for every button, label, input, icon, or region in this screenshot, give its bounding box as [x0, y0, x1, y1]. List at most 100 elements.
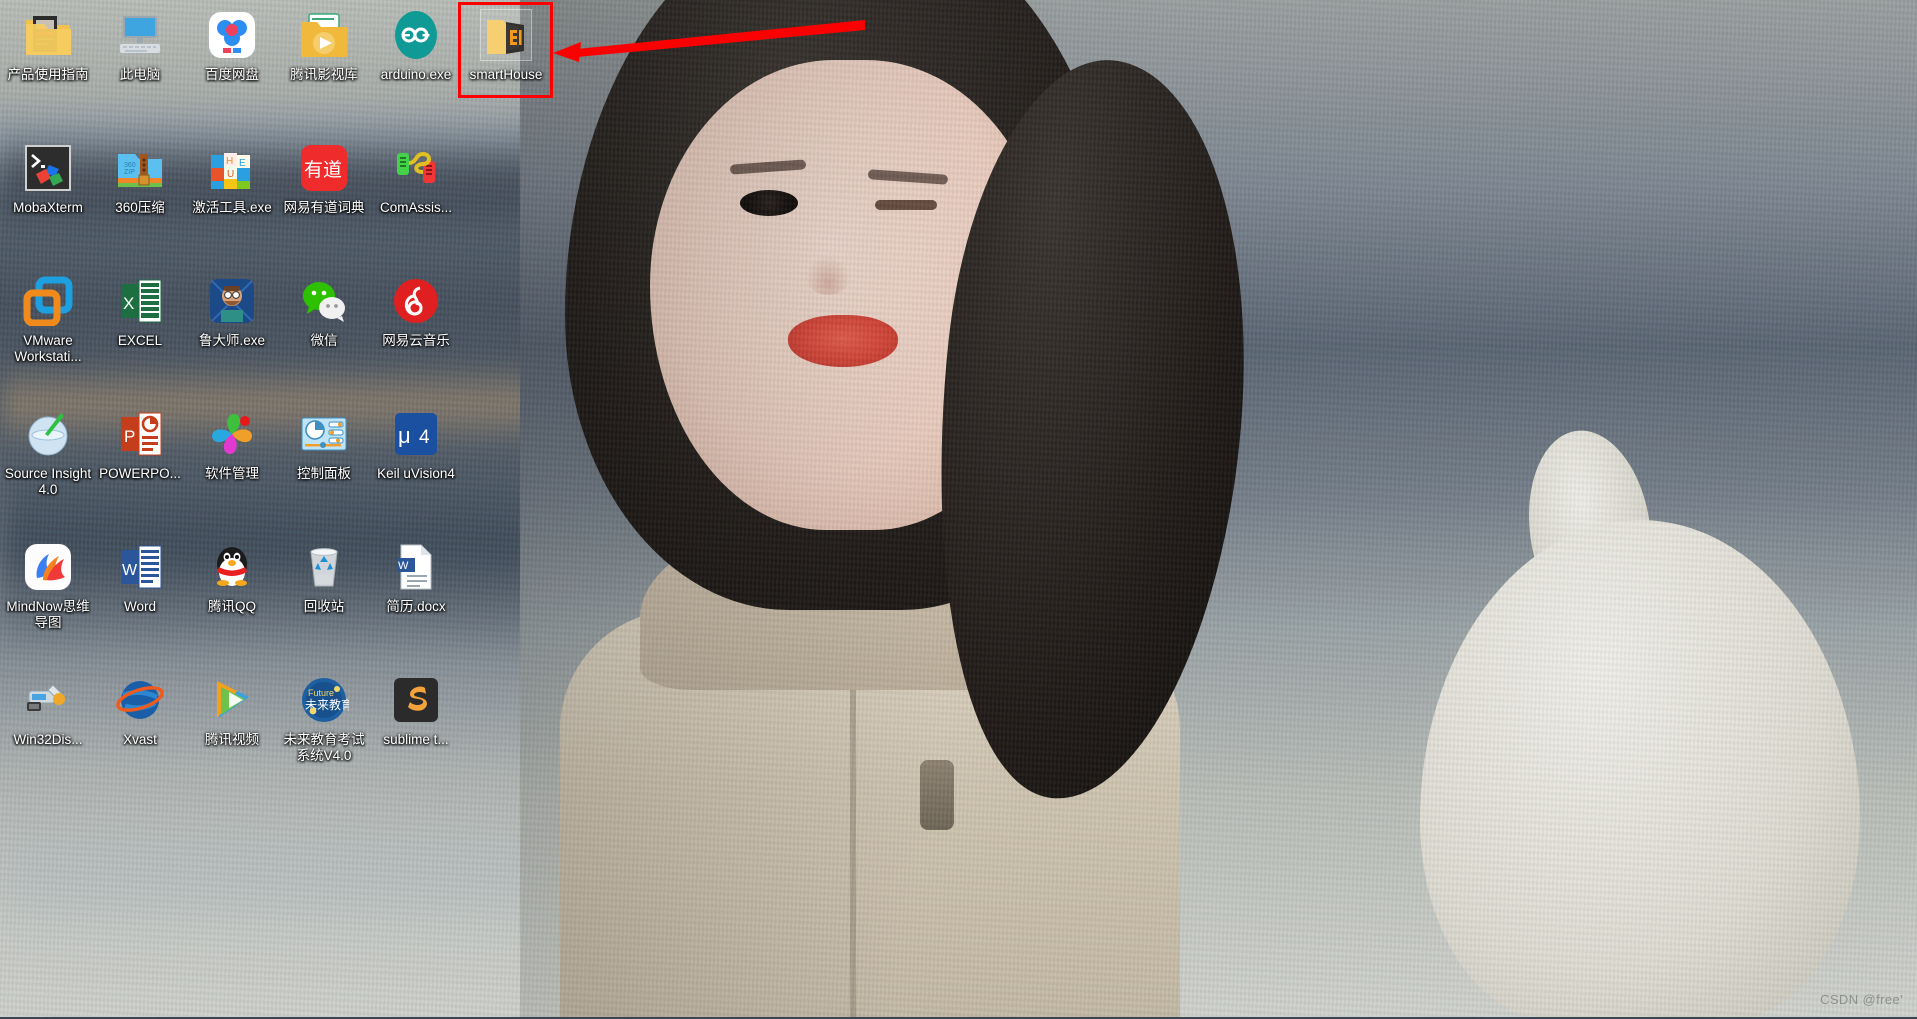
- baidu-netdisk-icon: [207, 10, 257, 60]
- desktop-icon-mindnow[interactable]: MindNow思维导图: [2, 534, 94, 667]
- 360zip-icon: 360 ZIP: [115, 143, 165, 193]
- xvast-browser-icon: [115, 675, 165, 725]
- desktop-icon-label: 微信: [310, 333, 338, 348]
- arduino-icon: [391, 10, 441, 60]
- desktop-icon-label: 网易云音乐: [382, 333, 450, 348]
- desktop-icon-label: 产品使用指南: [7, 67, 89, 82]
- desktop-icon-baidu-netdisk[interactable]: 百度网盘: [186, 2, 278, 135]
- desktop-icon-label: ComAssis...: [379, 200, 452, 215]
- desktop-icon-label: sublime t...: [383, 732, 449, 747]
- mobaxterm-icon: [23, 143, 73, 193]
- svg-text:E: E: [239, 158, 246, 169]
- desktop-icon-label: 控制面板: [297, 466, 351, 481]
- svg-text:Future: Future: [308, 688, 334, 698]
- desktop-icon-software-manager[interactable]: 软件管理: [186, 401, 278, 534]
- tencent-video-icon: [207, 675, 257, 725]
- desktop-icon-label: 激活工具.exe: [192, 200, 272, 215]
- desktop-icon-folder-documents[interactable]: 产品使用指南: [2, 2, 94, 135]
- folder-documents-icon: [23, 10, 73, 60]
- desktop-icon-mobaxterm[interactable]: MobaXterm: [2, 135, 94, 268]
- vmware-workstation-icon: [23, 276, 73, 327]
- desktop-icon-label: 回收站: [303, 599, 345, 614]
- desktop-icon-powerpoint[interactable]: P POWERPO...: [94, 401, 186, 534]
- desktop-icon-label: Keil uVision4: [377, 466, 455, 481]
- desktop-icon-label: EXCEL: [117, 333, 163, 348]
- desktop-icon-tencent-qq[interactable]: 腾讯QQ: [186, 534, 278, 667]
- desktop-icon-future-education[interactable]: Future 未来教育 未来教育考试系统V4.0: [278, 667, 370, 800]
- sublime-text-icon: [391, 675, 441, 725]
- svg-text:μ: μ: [398, 423, 411, 448]
- desktop-icon-tencent-video-library[interactable]: 腾讯影视库: [278, 2, 370, 135]
- desktop-icon-excel[interactable]: X EXCEL: [94, 268, 186, 401]
- control-panel-icon: [299, 409, 349, 459]
- excel-icon: X: [115, 276, 165, 326]
- desktop-icon-youdao-dict[interactable]: 有道 网易有道词典: [278, 135, 370, 268]
- desktop-icon-label: 此电脑: [119, 67, 161, 82]
- mindnow-icon: [23, 542, 73, 592]
- desktop-icon-label: Word: [123, 599, 156, 614]
- ludashi-icon: [207, 276, 257, 326]
- recycle-bin-icon: [299, 542, 349, 592]
- desktop-icon-label: arduino.exe: [380, 67, 452, 82]
- desktop-icon-label: 未来教育考试系统V4.0: [283, 732, 365, 763]
- desktop-icon-360zip[interactable]: 360 ZIP 360压缩: [94, 135, 186, 268]
- desktop-icon-vmware-workstation[interactable]: VMware Workstati...: [2, 268, 94, 401]
- desktop-icon-label: 软件管理: [205, 466, 259, 481]
- source-insight-icon: [23, 409, 73, 459]
- desktop-icon-label: 腾讯影视库: [290, 67, 358, 82]
- svg-text:W: W: [122, 562, 138, 579]
- desktop-icon-label: smartHouse: [469, 67, 543, 82]
- desktop-icon-heu-kms-activator[interactable]: H E U 激活工具.exe: [186, 135, 278, 268]
- desktop-icon-arduino[interactable]: arduino.exe: [370, 2, 462, 135]
- desktop-icon-label: MindNow思维导图: [6, 599, 90, 630]
- desktop-icon-label: VMware Workstati...: [14, 333, 82, 364]
- desktop-icon-label: Source Insight 4.0: [4, 466, 92, 497]
- desktop-icon-label: Xvast: [123, 732, 157, 747]
- word-document-icon: W: [391, 542, 441, 592]
- desktop-icon-netease-music[interactable]: 网易云音乐: [370, 268, 462, 401]
- win32-disk-imager-icon: [23, 675, 73, 725]
- desktop-icon-keil-uvision4[interactable]: μ 4 Keil uVision4: [370, 401, 462, 534]
- desktop-icon-word[interactable]: W Word: [94, 534, 186, 667]
- netease-music-icon: [391, 276, 441, 326]
- desktop-icon-label: MobaXterm: [13, 200, 83, 215]
- desktop-icon-label: Win32Dis...: [13, 732, 83, 747]
- desktop-icon-recycle-bin[interactable]: 回收站: [278, 534, 370, 667]
- desktop-icon-label: 腾讯QQ: [207, 599, 256, 614]
- desktop-icon-xvast-browser[interactable]: Xvast: [94, 667, 186, 800]
- desktop-icon-this-pc[interactable]: 此电脑: [94, 2, 186, 135]
- desktop-icon-label: 360压缩: [115, 200, 165, 215]
- desktop-icon-smarthouse-folder[interactable]: smartHouse: [460, 2, 552, 135]
- desktop-icon-sublime-text[interactable]: sublime t...: [370, 667, 462, 800]
- desktop-icon-win32-disk-imager[interactable]: Win32Dis...: [2, 667, 94, 800]
- desktop-icon-tencent-video[interactable]: 腾讯视频: [186, 667, 278, 800]
- desktop-icon-control-panel[interactable]: 控制面板: [278, 401, 370, 534]
- svg-text:P: P: [124, 427, 135, 446]
- svg-text:360: 360: [124, 162, 136, 169]
- tencent-video-library-icon: [299, 10, 349, 60]
- desktop-icon-label: 鲁大师.exe: [198, 333, 266, 348]
- desktop-icon-ludashi[interactable]: 鲁大师.exe: [186, 268, 278, 401]
- svg-text:H: H: [226, 156, 233, 167]
- desktop-icon-label: 腾讯视频: [205, 732, 259, 747]
- tencent-qq-icon: [207, 542, 257, 592]
- desktop-icon-label: 网易有道词典: [283, 200, 365, 215]
- desktop-icon-word-document[interactable]: W 简历.docx: [370, 534, 462, 667]
- desktop-icon-wechat[interactable]: 微信: [278, 268, 370, 401]
- desktop-icon-label: 简历.docx: [386, 599, 446, 614]
- svg-text:4: 4: [419, 427, 430, 448]
- software-manager-icon: [207, 409, 257, 459]
- keil-uvision4-icon: μ 4: [391, 409, 441, 459]
- smarthouse-folder-icon: [480, 9, 532, 61]
- svg-text:W: W: [398, 560, 409, 572]
- heu-kms-activator-icon: H E U: [207, 143, 257, 193]
- desktop-icon-grid: 产品使用指南 此电脑 百度网盘 腾讯影视库 arduino.exe smartH…: [0, 0, 542, 1019]
- svg-text:X: X: [123, 294, 134, 313]
- this-pc-icon: [115, 10, 165, 60]
- desktop-icon-label: 百度网盘: [205, 67, 259, 82]
- csdn-watermark: CSDN @free': [1820, 992, 1903, 1007]
- svg-text:有道: 有道: [304, 159, 342, 181]
- comassistant-icon: [391, 143, 441, 193]
- desktop-icon-comassistant[interactable]: ComAssis...: [370, 135, 462, 268]
- desktop-icon-source-insight[interactable]: Source Insight 4.0: [2, 401, 94, 534]
